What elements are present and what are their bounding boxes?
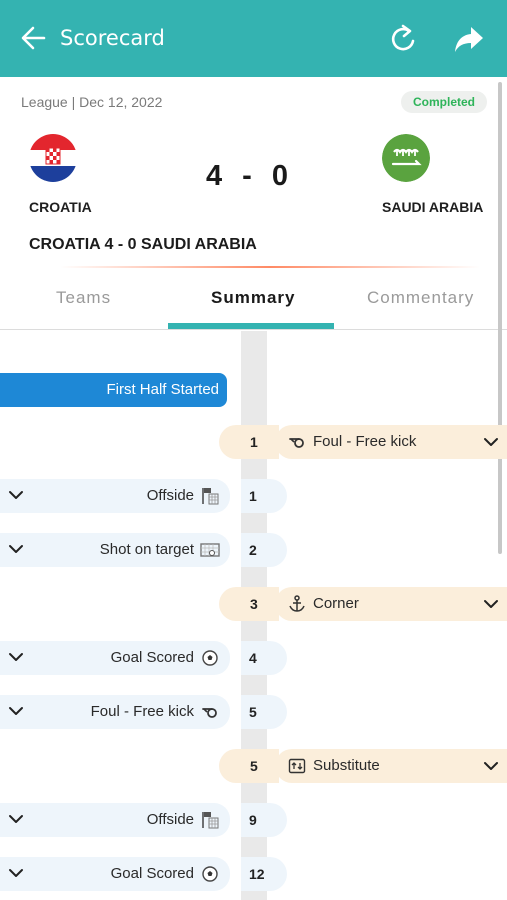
away-event-row[interactable]: 1 Foul - Free kick xyxy=(219,425,507,459)
minute-pill xyxy=(219,749,279,783)
offside-flag-icon xyxy=(202,488,219,505)
event-label: Foul - Free kick xyxy=(90,703,194,720)
page-title: Scorecard xyxy=(60,26,165,50)
back-arrow-icon[interactable] xyxy=(20,24,46,52)
home-event-row[interactable]: Shot on target xyxy=(0,533,230,567)
whistle-icon xyxy=(289,438,304,448)
tab-summary[interactable]: Summary xyxy=(211,288,295,308)
chevron-down-icon[interactable] xyxy=(483,758,499,774)
saudi-arabia-flag-icon xyxy=(382,134,430,182)
event-minute: 3 xyxy=(250,596,258,612)
event-label: Foul - Free kick xyxy=(313,433,417,450)
phase-banner: First Half Started xyxy=(0,373,227,407)
ball-icon xyxy=(202,650,218,666)
away-score: 0 xyxy=(271,160,290,192)
event-minute: 12 xyxy=(241,857,287,891)
corner-anchor-icon xyxy=(289,595,305,612)
match-result: CROATIA 4 - 0 SAUDI ARABIA xyxy=(29,236,257,253)
goal-net-icon xyxy=(200,543,220,557)
match-meta: League | Dec 12, 2022 xyxy=(21,94,163,110)
chevron-down-icon[interactable] xyxy=(8,865,24,881)
chevron-down-icon[interactable] xyxy=(8,649,24,665)
event-minute: 2 xyxy=(241,533,287,567)
event-label: Offside xyxy=(146,487,194,504)
away-event-row[interactable]: 5 Substitute xyxy=(219,749,507,783)
chevron-down-icon[interactable] xyxy=(8,811,24,827)
event-label: Shot on target xyxy=(99,541,194,558)
refresh-icon[interactable] xyxy=(389,23,419,55)
home-event-row[interactable]: Foul - Free kick xyxy=(0,695,230,729)
event-card xyxy=(275,587,507,621)
share-icon[interactable] xyxy=(453,24,485,54)
event-minute: 5 xyxy=(241,695,287,729)
active-tab-indicator xyxy=(168,323,334,329)
whistle-icon xyxy=(202,708,217,718)
app-bar: Scorecard xyxy=(0,0,507,77)
home-score: 4 xyxy=(206,160,225,192)
chevron-down-icon[interactable] xyxy=(483,596,499,612)
chevron-down-icon[interactable] xyxy=(8,703,24,719)
minute-pill xyxy=(219,425,279,459)
home-event-row[interactable]: Goal Scored xyxy=(0,641,230,675)
score-separator: - xyxy=(242,160,254,192)
chevron-down-icon[interactable] xyxy=(8,487,24,503)
offside-flag-icon xyxy=(202,812,219,829)
event-minute: 4 xyxy=(241,641,287,675)
event-label: Goal Scored xyxy=(110,649,194,666)
event-minute: 5 xyxy=(250,758,258,774)
croatia-flag-icon xyxy=(29,134,77,182)
event-label: Substitute xyxy=(313,757,380,774)
event-minute: 9 xyxy=(241,803,287,837)
ball-icon xyxy=(202,866,218,882)
home-team-name: CROATIA xyxy=(29,199,92,215)
status-badge: Completed xyxy=(401,91,487,113)
chevron-down-icon[interactable] xyxy=(8,541,24,557)
event-label: Corner xyxy=(313,595,359,612)
event-label: Offside xyxy=(146,811,194,828)
minute-pill xyxy=(219,587,279,621)
match-timeline: First Half Started 1 Foul - Free kick Of… xyxy=(0,331,507,900)
chevron-down-icon[interactable] xyxy=(483,434,499,450)
event-minute: 1 xyxy=(250,434,258,450)
tab-bar: Teams Summary Commentary xyxy=(0,268,507,330)
scoreline: 4-0 xyxy=(206,160,290,193)
substitute-icon xyxy=(288,758,306,774)
home-event-row[interactable]: Offside xyxy=(0,479,230,513)
away-team-name: SAUDI ARABIA xyxy=(382,199,484,215)
event-card xyxy=(275,749,507,783)
tab-commentary[interactable]: Commentary xyxy=(367,288,474,308)
event-label: Goal Scored xyxy=(110,865,194,882)
event-minute: 1 xyxy=(241,479,287,513)
home-event-row[interactable]: Goal Scored xyxy=(0,857,230,891)
match-header: League | Dec 12, 2022 Completed CROATIA … xyxy=(0,77,507,269)
tab-teams[interactable]: Teams xyxy=(56,288,111,308)
away-event-row[interactable]: 3 Corner xyxy=(219,587,507,621)
home-event-row[interactable]: Offside xyxy=(0,803,230,837)
